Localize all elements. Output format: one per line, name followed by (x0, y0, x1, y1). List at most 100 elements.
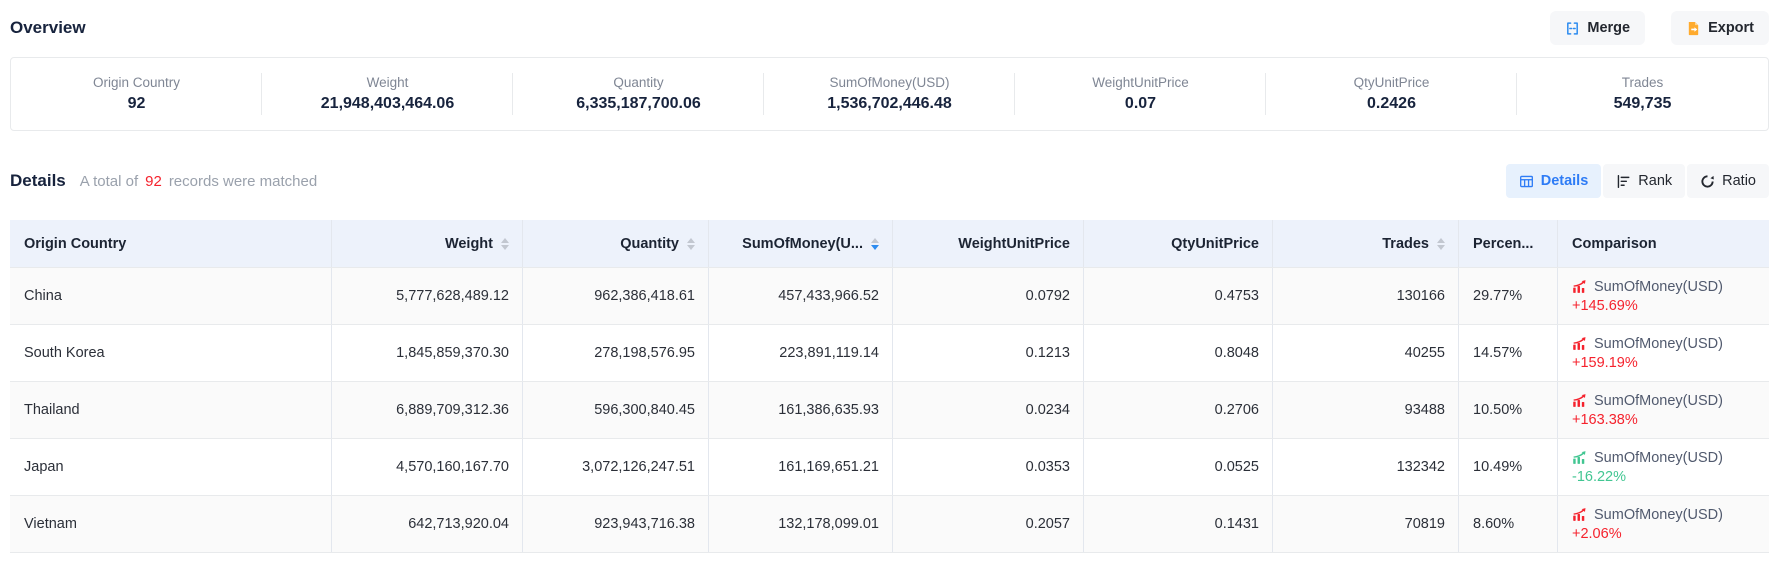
merge-button-label: Merge (1587, 20, 1630, 36)
table-row: Thailand 6,889,709,312.36 596,300,840.45… (10, 382, 1769, 439)
column-header-percent: Percen... (1459, 220, 1558, 267)
column-label: WeightUnitPrice (958, 236, 1070, 252)
column-header-weight[interactable]: Weight (332, 220, 523, 267)
top-bar: Overview Merge (10, 10, 1769, 46)
tab-ratio[interactable]: Ratio (1687, 164, 1769, 198)
cell-trades: 70819 (1273, 496, 1459, 552)
cell-comparison: SumOfMoney(USD) +145.69% (1558, 268, 1769, 324)
column-header-quantity[interactable]: Quantity (523, 220, 709, 267)
cell-sum-of-money: 161,386,635.93 (709, 382, 893, 438)
trend-chart-icon (1572, 279, 1587, 294)
cell-quantity: 923,943,716.38 (523, 496, 709, 552)
trend-chart-icon (1572, 450, 1587, 465)
app-root: Overview Merge (0, 10, 1779, 569)
cell-weight: 5,777,628,489.12 (332, 268, 523, 324)
rank-icon (1616, 174, 1631, 189)
merge-button[interactable]: Merge (1550, 11, 1645, 45)
cell-comparison: SumOfMoney(USD) -16.22% (1558, 439, 1769, 495)
stat-value: 92 (128, 95, 146, 113)
tab-rank[interactable]: Rank (1603, 164, 1685, 198)
cell-weight: 4,570,160,167.70 (332, 439, 523, 495)
stat-value: 549,735 (1614, 95, 1672, 113)
comparison-metric: SumOfMoney(USD) (1594, 336, 1723, 352)
cell-weight-unit-price: 0.0234 (893, 382, 1084, 438)
records-count: 92 (145, 173, 162, 190)
comparison-change: +159.19% (1572, 355, 1638, 371)
stat-label: WeightUnitPrice (1092, 75, 1189, 90)
comparison-metric: SumOfMoney(USD) (1594, 279, 1723, 295)
cell-comparison: SumOfMoney(USD) +163.38% (1558, 382, 1769, 438)
ratio-icon (1700, 174, 1715, 189)
cell-weight-unit-price: 0.0353 (893, 439, 1084, 495)
cell-qty-unit-price: 0.4753 (1084, 268, 1273, 324)
comparison-metric-line: SumOfMoney(USD) (1572, 393, 1723, 409)
cell-qty-unit-price: 0.0525 (1084, 439, 1273, 495)
comparison-change: +2.06% (1572, 526, 1622, 542)
cell-sum-of-money: 223,891,119.14 (709, 325, 893, 381)
column-label: Percen... (1473, 236, 1533, 252)
view-switch: Details Rank (1506, 164, 1769, 198)
page-title: Overview (10, 18, 86, 38)
cell-quantity: 596,300,840.45 (523, 382, 709, 438)
stat-weight-unit-price: WeightUnitPrice 0.07 (1015, 58, 1266, 130)
stat-label: SumOfMoney(USD) (829, 75, 949, 90)
comparison-metric: SumOfMoney(USD) (1594, 393, 1723, 409)
table-body: China 5,777,628,489.12 962,386,418.61 45… (10, 268, 1769, 553)
stat-label: Weight (367, 75, 409, 90)
trend-chart-icon (1572, 507, 1587, 522)
overview-stats-card: Origin Country 92 Weight 21,948,403,464.… (10, 57, 1769, 131)
cell-weight: 6,889,709,312.36 (332, 382, 523, 438)
comparison-metric: SumOfMoney(USD) (1594, 450, 1723, 466)
export-button[interactable]: Export (1671, 11, 1769, 45)
column-label: SumOfMoney(U... (742, 236, 863, 252)
tab-rank-label: Rank (1638, 173, 1672, 189)
cell-sum-of-money: 132,178,099.01 (709, 496, 893, 552)
cell-origin-country: Vietnam (10, 496, 332, 552)
cell-trades: 130166 (1273, 268, 1459, 324)
table-row: Japan 4,570,160,167.70 3,072,126,247.51 … (10, 439, 1769, 496)
tab-details-label: Details (1541, 173, 1589, 189)
trend-chart-icon (1572, 336, 1587, 351)
topbar-actions: Merge Export (1550, 11, 1769, 45)
comparison-metric-line: SumOfMoney(USD) (1572, 336, 1723, 352)
comparison-metric-line: SumOfMoney(USD) (1572, 450, 1723, 466)
comparison-metric-line: SumOfMoney(USD) (1572, 279, 1723, 295)
cell-weight: 642,713,920.04 (332, 496, 523, 552)
column-label: Trades (1382, 236, 1429, 252)
comparison-change: -16.22% (1572, 469, 1626, 485)
stat-qty-unit-price: QtyUnitPrice 0.2426 (1266, 58, 1517, 130)
tab-ratio-label: Ratio (1722, 173, 1756, 189)
cell-qty-unit-price: 0.8048 (1084, 325, 1273, 381)
column-header-sum-of-money[interactable]: SumOfMoney(U... (709, 220, 893, 267)
stat-quantity: Quantity 6,335,187,700.06 (513, 58, 764, 130)
table-header-row: Origin Country Weight Quantity SumOfMone… (10, 220, 1769, 268)
table-row: Vietnam 642,713,920.04 923,943,716.38 13… (10, 496, 1769, 553)
column-label: Origin Country (24, 236, 126, 252)
cell-trades: 93488 (1273, 382, 1459, 438)
cell-percent: 29.77% (1459, 268, 1558, 324)
column-header-weight-unit-price: WeightUnitPrice (893, 220, 1084, 267)
cell-origin-country: China (10, 268, 332, 324)
column-label: Weight (445, 236, 493, 252)
cell-percent: 10.49% (1459, 439, 1558, 495)
records-summary-prefix: A total of (80, 173, 138, 190)
stat-label: Quantity (613, 75, 663, 90)
comparison-change: +145.69% (1572, 298, 1638, 314)
merge-icon (1565, 21, 1580, 36)
cell-qty-unit-price: 0.1431 (1084, 496, 1273, 552)
cell-percent: 14.57% (1459, 325, 1558, 381)
column-header-trades[interactable]: Trades (1273, 220, 1459, 267)
cell-origin-country: South Korea (10, 325, 332, 381)
column-header-origin-country: Origin Country (10, 220, 332, 267)
cell-origin-country: Thailand (10, 382, 332, 438)
export-button-label: Export (1708, 20, 1754, 36)
cell-weight: 1,845,859,370.30 (332, 325, 523, 381)
cell-qty-unit-price: 0.2706 (1084, 382, 1273, 438)
sort-carets-desc-active (871, 238, 879, 250)
tab-details[interactable]: Details (1506, 164, 1602, 198)
comparison-metric: SumOfMoney(USD) (1594, 507, 1723, 523)
cell-weight-unit-price: 0.0792 (893, 268, 1084, 324)
table-row: South Korea 1,845,859,370.30 278,198,576… (10, 325, 1769, 382)
stat-weight: Weight 21,948,403,464.06 (262, 58, 513, 130)
cell-weight-unit-price: 0.1213 (893, 325, 1084, 381)
